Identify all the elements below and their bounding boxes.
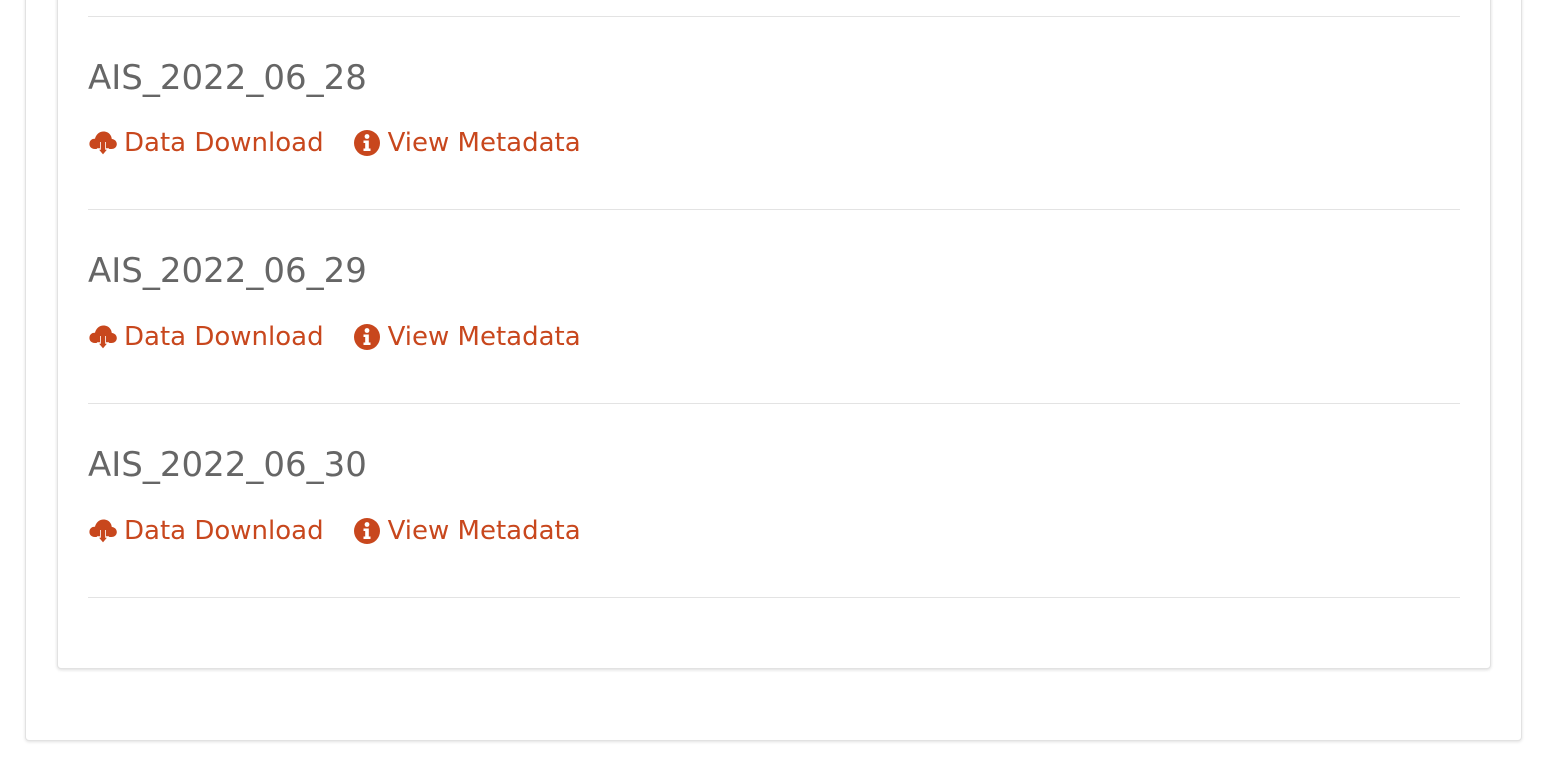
- dataset-links: Data Download View Metadata: [88, 126, 581, 160]
- view-metadata-label: View Metadata: [387, 516, 581, 546]
- divider: [88, 403, 1460, 404]
- divider: [88, 16, 1460, 17]
- dataset-title: AIS_2022_06_29: [88, 251, 367, 291]
- divider: [88, 597, 1460, 598]
- data-download-link[interactable]: Data Download: [88, 126, 324, 160]
- data-download-label: Data Download: [124, 128, 324, 158]
- cloud-download-icon: [88, 516, 118, 546]
- view-metadata-label: View Metadata: [387, 322, 581, 352]
- cloud-download-icon: [88, 128, 118, 158]
- cloud-download-icon: [88, 322, 118, 352]
- dataset-links: Data Download View Metadata: [88, 514, 581, 548]
- view-metadata-link[interactable]: View Metadata: [352, 514, 581, 548]
- info-circle-icon: [352, 322, 382, 352]
- dataset-title: AIS_2022_06_28: [88, 58, 367, 98]
- dataset-links: Data Download View Metadata: [88, 320, 581, 354]
- data-download-label: Data Download: [124, 322, 324, 352]
- info-circle-icon: [352, 516, 382, 546]
- dataset-title: AIS_2022_06_30: [88, 445, 367, 485]
- data-download-label: Data Download: [124, 516, 324, 546]
- divider: [88, 209, 1460, 210]
- data-download-link[interactable]: Data Download: [88, 514, 324, 548]
- view-metadata-label: View Metadata: [387, 128, 581, 158]
- data-download-link[interactable]: Data Download: [88, 320, 324, 354]
- view-metadata-link[interactable]: View Metadata: [352, 126, 581, 160]
- view-metadata-link[interactable]: View Metadata: [352, 320, 581, 354]
- info-circle-icon: [352, 128, 382, 158]
